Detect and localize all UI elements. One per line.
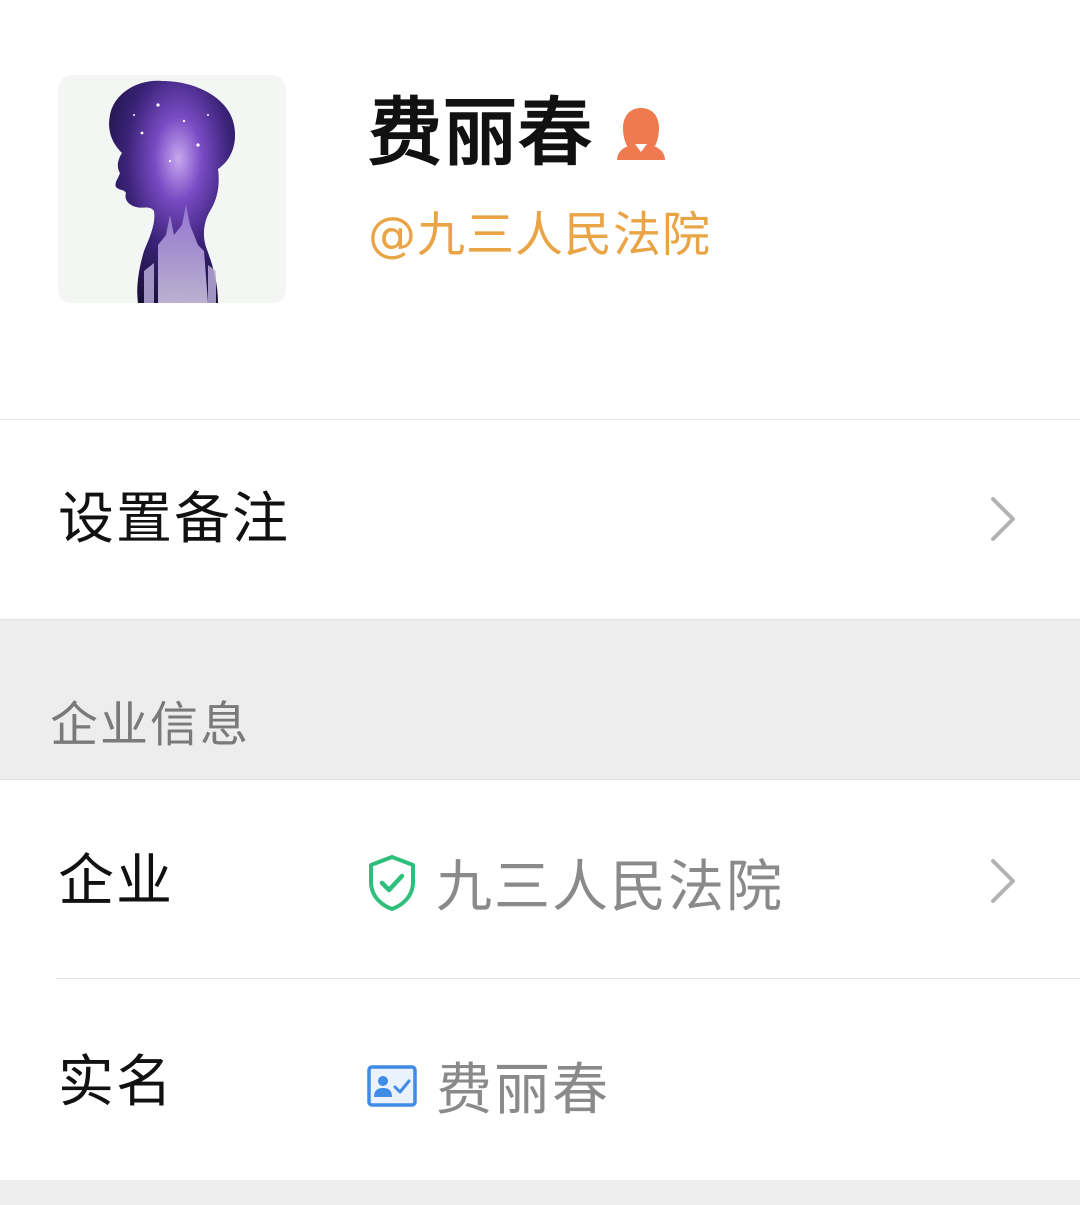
avatar-silhouette-image xyxy=(58,75,286,303)
real-name-text: 费丽春 xyxy=(436,1058,610,1123)
verified-shield-icon xyxy=(369,854,415,911)
profile-header: 费丽春 @九三人民法院 xyxy=(0,0,1080,420)
company-value: 九三人民法院 xyxy=(366,842,784,923)
female-user-icon xyxy=(617,108,665,160)
set-remark-row[interactable]: 设置备注 xyxy=(0,420,1080,618)
chevron-right-icon xyxy=(991,497,1015,541)
company-name: 九三人民法院 xyxy=(436,855,784,920)
set-remark-label: 设置备注 xyxy=(58,487,290,552)
contact-name: 费丽春 xyxy=(368,90,593,176)
company-label: 企业 xyxy=(58,849,174,914)
contact-profile-page: 费丽春 @九三人民法院 设置备注 企业信息 企业 九三人民法院 实名 费丽春 xyxy=(0,0,1080,1205)
real-name-row: 实名 费丽春 xyxy=(0,979,1080,1179)
id-card-icon xyxy=(367,1064,417,1107)
name-row: 费丽春 xyxy=(368,88,669,178)
real-name-label: 实名 xyxy=(58,1050,174,1115)
org-handle: @九三人民法院 xyxy=(368,207,712,263)
real-name-value: 费丽春 xyxy=(366,1045,610,1126)
company-row[interactable]: 企业 九三人民法院 xyxy=(0,780,1080,978)
bottom-band xyxy=(0,1180,1080,1205)
avatar[interactable] xyxy=(58,75,286,303)
chevron-right-icon xyxy=(991,859,1015,903)
section-title: 企业信息 xyxy=(50,697,251,753)
